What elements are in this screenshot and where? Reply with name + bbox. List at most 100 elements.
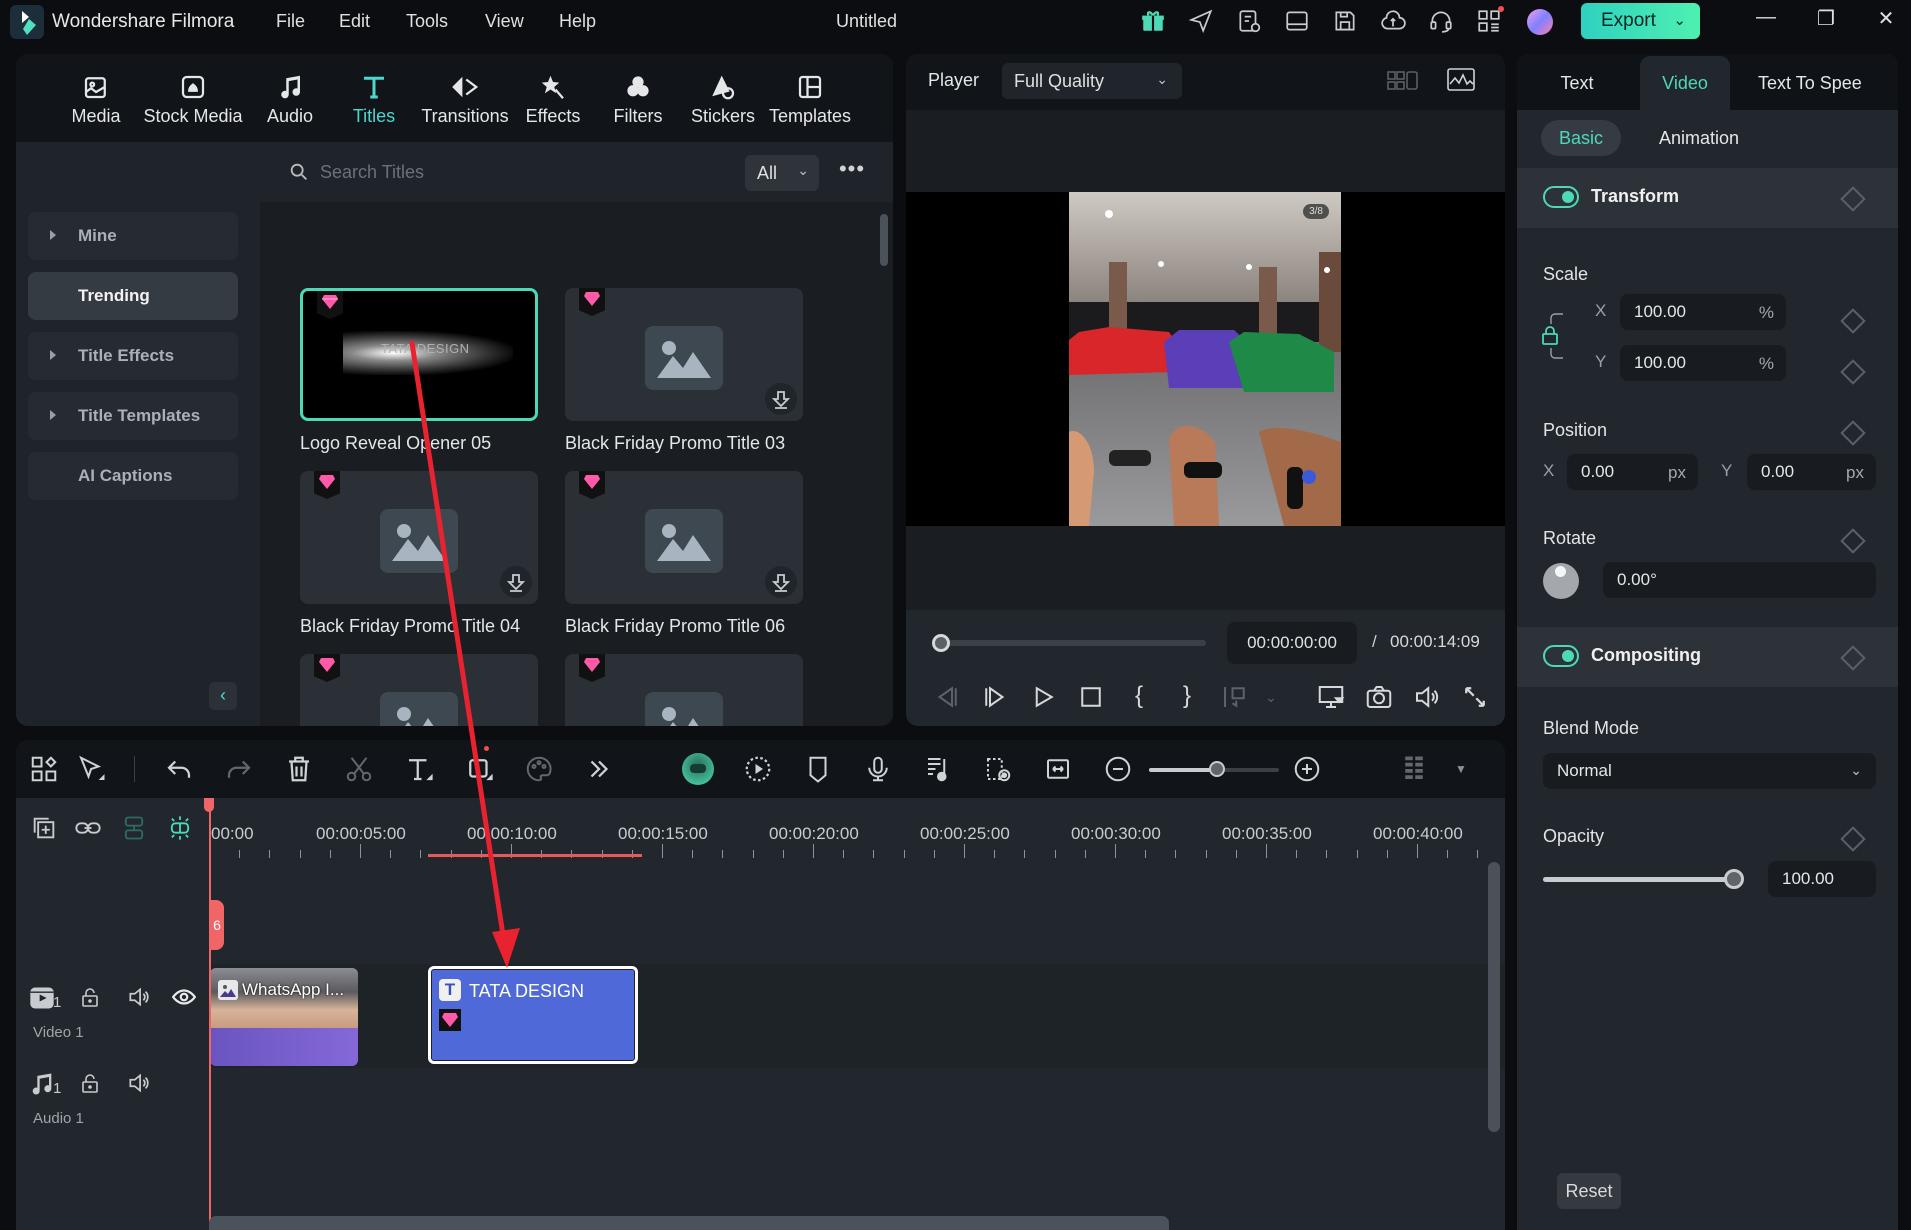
title-card[interactable]: [565, 654, 803, 726]
tab-text[interactable]: Text: [1517, 56, 1637, 110]
track-volume-icon[interactable]: [126, 984, 154, 1012]
keyframe-icon[interactable]: [1840, 826, 1866, 852]
next-frame-icon[interactable]: [980, 682, 1010, 712]
title-card[interactable]: [300, 654, 538, 726]
cloud-icon[interactable]: [1380, 8, 1408, 36]
sidebar-item-title-effects[interactable]: Title Effects: [28, 332, 238, 380]
transform-section-header[interactable]: Transform: [1517, 168, 1898, 228]
ripple-icon[interactable]: [120, 814, 148, 842]
keyframe-icon[interactable]: [1840, 308, 1866, 334]
search-input[interactable]: [320, 156, 700, 188]
compositing-section-header[interactable]: Compositing: [1517, 627, 1898, 687]
download-icon[interactable]: [765, 566, 797, 598]
zoom-in-icon[interactable]: [1292, 754, 1322, 784]
zoom-out-icon[interactable]: [1103, 754, 1133, 784]
sidebar-item-trending[interactable]: Trending: [28, 272, 238, 320]
crop-icon[interactable]: [464, 746, 494, 784]
previous-frame-icon[interactable]: [932, 682, 962, 712]
title-card[interactable]: Black Friday Promo Title 04: [300, 471, 538, 637]
restore-button[interactable]: ❐: [1806, 6, 1846, 36]
scope-icon[interactable]: [1446, 66, 1476, 94]
layout-icon[interactable]: [1284, 8, 1312, 36]
layout-toggle-icon[interactable]: [29, 754, 59, 784]
tab-filters[interactable]: Filters: [598, 72, 678, 127]
tab-stickers[interactable]: Stickers: [678, 72, 768, 127]
fullscreen-icon[interactable]: [1460, 682, 1490, 712]
avatar[interactable]: [1527, 9, 1553, 35]
fit-timeline-icon[interactable]: [1043, 754, 1073, 784]
scale-x-field[interactable]: 100.00%: [1620, 294, 1786, 330]
playback-progress-track[interactable]: [936, 640, 1206, 646]
download-icon[interactable]: [765, 383, 797, 415]
insert-dropdown-icon[interactable]: ⌄: [1256, 682, 1286, 712]
keyframe-icon[interactable]: [1840, 645, 1866, 671]
keyframe-icon[interactable]: [1840, 186, 1866, 212]
sidebar-item-mine[interactable]: Mine: [28, 212, 238, 260]
scale-y-field[interactable]: 100.00%: [1620, 345, 1786, 381]
auto-reframe-icon[interactable]: [743, 754, 773, 784]
gift-icon[interactable]: [1140, 8, 1168, 36]
tab-templates[interactable]: Templates: [760, 72, 860, 127]
minimize-button[interactable]: —: [1746, 6, 1786, 36]
compositing-toggle[interactable]: [1543, 645, 1579, 667]
time-ruler[interactable]: 00:00 00:00:05:00 00:00:10:00 00:00:15:00 00…: [209, 798, 1505, 860]
track-volume-icon[interactable]: [126, 1070, 154, 1098]
track-layout-icon[interactable]: [1399, 754, 1429, 784]
menu-file[interactable]: File: [276, 11, 305, 32]
apps-icon[interactable]: [1476, 6, 1504, 36]
undo-icon[interactable]: [164, 754, 194, 784]
headset-icon[interactable]: [1428, 8, 1456, 36]
opacity-field[interactable]: 100.00: [1768, 861, 1876, 897]
rotate-dial[interactable]: [1543, 563, 1579, 599]
add-track-icon[interactable]: [30, 814, 58, 842]
mark-out-icon[interactable]: }: [1172, 682, 1202, 712]
delete-icon[interactable]: [284, 754, 314, 784]
tab-audio[interactable]: Audio: [250, 72, 330, 127]
title-card[interactable]: Black Friday Promo Title 03: [565, 288, 803, 454]
timeline-vertical-scrollbar[interactable]: [1488, 862, 1500, 1132]
display-icon[interactable]: [1316, 682, 1346, 712]
filter-dropdown[interactable]: All ⌄: [745, 155, 819, 191]
opacity-slider-track[interactable]: [1543, 877, 1731, 882]
send-icon[interactable]: [1188, 8, 1216, 36]
title-card[interactable]: Black Friday Promo Title 06: [565, 471, 803, 637]
close-button[interactable]: ✕: [1866, 6, 1906, 36]
sidebar-item-ai-captions[interactable]: AI Captions: [28, 452, 238, 500]
menu-tools[interactable]: Tools: [406, 11, 448, 32]
play-icon[interactable]: [1028, 682, 1058, 712]
tab-video[interactable]: Video: [1640, 56, 1730, 110]
grid-view-icon[interactable]: [1386, 68, 1420, 94]
save-icon[interactable]: [1332, 8, 1360, 36]
tab-text-to-speech[interactable]: Text To Spee: [1730, 56, 1898, 110]
sidebar-item-title-templates[interactable]: Title Templates: [28, 392, 238, 440]
export-button[interactable]: Export ⌄: [1581, 3, 1700, 39]
lock-icon[interactable]: [78, 1072, 106, 1100]
position-x-field[interactable]: 0.00 px: [1567, 454, 1698, 490]
marker-icon[interactable]: [803, 754, 833, 784]
video-clip[interactable]: WhatsApp I...: [210, 968, 358, 1066]
menu-help[interactable]: Help: [559, 11, 596, 32]
tab-transitions[interactable]: Transitions: [410, 72, 520, 127]
tab-titles[interactable]: Titles: [334, 72, 414, 127]
collapse-sidebar-button[interactable]: ‹: [209, 682, 237, 710]
subtab-basic[interactable]: Basic: [1541, 120, 1621, 156]
quality-dropdown[interactable]: Full Quality ⌄: [1002, 63, 1182, 99]
text-tool-icon[interactable]: [404, 754, 434, 784]
select-tool-icon[interactable]: [76, 754, 106, 784]
tab-media[interactable]: Media: [56, 72, 136, 127]
playhead[interactable]: [209, 798, 211, 1230]
lock-aspect-icon[interactable]: [1539, 308, 1579, 364]
tab-effects[interactable]: Effects: [513, 72, 593, 127]
task-list-icon[interactable]: [1236, 8, 1264, 36]
snapshot-icon[interactable]: [1364, 682, 1394, 712]
playback-progress-handle[interactable]: [932, 634, 950, 652]
download-icon[interactable]: [500, 566, 532, 598]
menu-edit[interactable]: Edit: [339, 11, 370, 32]
reset-button[interactable]: Reset: [1557, 1173, 1621, 1209]
ai-assistant-icon[interactable]: [682, 753, 714, 785]
title-clip[interactable]: T TATA DESIGN: [428, 966, 638, 1064]
library-scrollbar[interactable]: [880, 214, 888, 266]
current-timecode[interactable]: 00:00:00:00: [1227, 622, 1357, 664]
volume-icon[interactable]: [1412, 682, 1442, 712]
blend-mode-dropdown[interactable]: Normal ⌄: [1543, 753, 1876, 789]
